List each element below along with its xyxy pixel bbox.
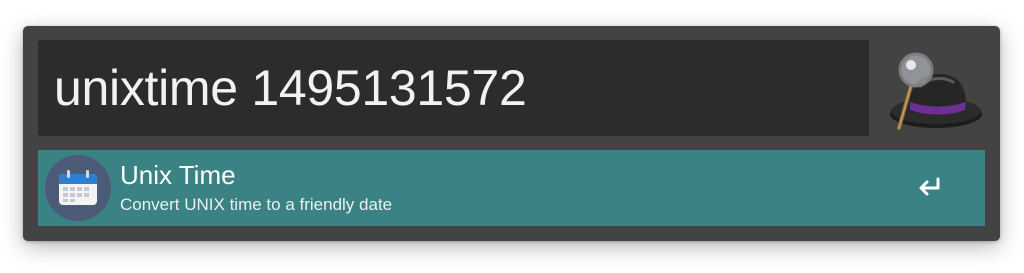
alfred-hat-icon	[881, 48, 987, 134]
launcher-window: unixtime 1495131572 Unix Time Convert UN…	[23, 26, 1000, 241]
search-field[interactable]: unixtime 1495131572	[38, 40, 869, 136]
search-query-text[interactable]: unixtime 1495131572	[54, 63, 527, 113]
result-item-selected[interactable]: Unix Time Convert UNIX time to a friendl…	[38, 150, 985, 226]
calendar-icon	[45, 155, 111, 221]
result-subtitle: Convert UNIX time to a friendly date	[120, 195, 393, 214]
result-title: Unix Time	[120, 160, 236, 190]
return-key-icon	[916, 176, 944, 200]
